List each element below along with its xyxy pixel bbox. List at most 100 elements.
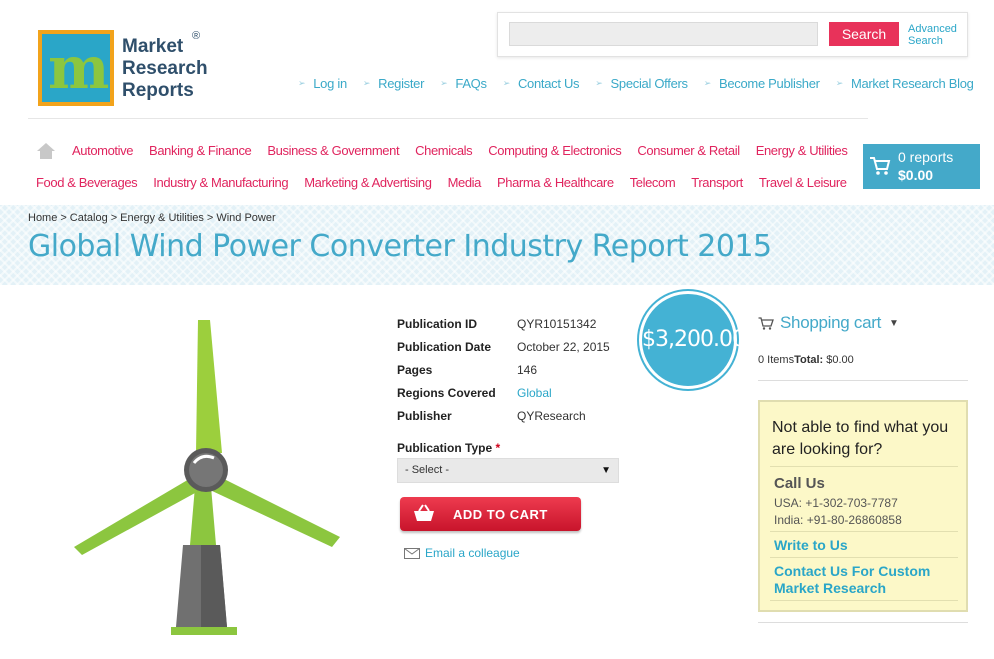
cart-count: 0 reports — [898, 149, 954, 165]
login-link[interactable]: ➢ Log in — [298, 76, 347, 91]
detail-row: Pages 146 — [397, 358, 610, 381]
email-colleague-label: Email a colleague — [425, 546, 520, 560]
category-telecom[interactable]: Telecom — [630, 175, 676, 190]
blog-label: Market Research Blog — [850, 76, 974, 91]
arrow-icon: ➢ — [703, 78, 712, 88]
breadcrumb-home[interactable]: Home — [28, 212, 57, 224]
phone-usa: USA: +1-302-703-7787 — [774, 496, 898, 510]
category-media[interactable]: Media — [448, 175, 482, 190]
select-value: - Select - — [405, 464, 450, 476]
breadcrumb-catalog[interactable]: Catalog — [70, 212, 108, 224]
category-marketing-advertising[interactable]: Marketing & Advertising — [304, 175, 432, 190]
category-nav-row-2: Food & Beverages Industry & Manufacturin… — [36, 175, 863, 190]
write-to-us-link[interactable]: Write to Us — [774, 537, 848, 554]
faqs-link[interactable]: ➢ FAQs — [440, 76, 487, 91]
contact-us-link[interactable]: ➢ Contact Us — [503, 76, 580, 91]
cart-total: $0.00 — [898, 167, 934, 183]
detail-label: Publication Date — [397, 339, 492, 354]
cart-summary: 0 ItemsTotal: $0.00 — [758, 354, 854, 366]
top-links: ➢ Log in ➢ Register ➢ FAQs ➢ Contact Us ➢ Spe… — [298, 76, 990, 91]
chevron-down-icon: ▼ — [889, 317, 899, 329]
category-consumer-retail[interactable]: Consumer & Retail — [637, 143, 740, 158]
detail-label: Publication ID — [397, 316, 478, 331]
advanced-search-link[interactable]: Advanced Search — [908, 23, 966, 47]
detail-label: Regions Covered — [397, 385, 496, 400]
help-box: Not able to find what you are looking fo… — [758, 400, 968, 612]
arrow-icon: ➢ — [298, 78, 306, 88]
logo-line-2: Research — [122, 58, 208, 79]
category-nav-row-1: Automotive Banking & Finance Business & … — [72, 143, 863, 158]
arrow-icon: ➢ — [362, 78, 371, 88]
publication-type-label: Publication Type * — [397, 441, 500, 455]
detail-label: Pages — [397, 362, 433, 377]
blog-link[interactable]: ➢ Market Research Blog — [836, 76, 974, 91]
category-chemicals[interactable]: Chemicals — [415, 143, 472, 158]
category-food-beverages[interactable]: Food & Beverages — [36, 175, 138, 190]
shopping-cart-title: Shopping cart — [780, 313, 882, 332]
category-industry-manufacturing[interactable]: Industry & Manufacturing — [153, 175, 288, 190]
logo-wordmark: Market Research Reports — [122, 36, 208, 102]
sidebar-divider — [758, 380, 968, 381]
shopping-cart-toggle[interactable]: Shopping cart ▼ — [758, 313, 899, 333]
help-divider — [770, 600, 958, 601]
email-colleague-link[interactable]: Email a colleague — [404, 546, 520, 560]
help-divider — [770, 466, 958, 467]
search-input[interactable] — [509, 22, 818, 46]
basket-icon — [414, 504, 434, 521]
detail-label: Publisher — [397, 408, 452, 423]
price-badge: $3,200.00 — [639, 291, 746, 389]
publication-type-select[interactable]: - Select - ▼ — [397, 458, 619, 483]
cart-icon — [870, 157, 891, 175]
detail-value: QYResearch — [517, 408, 586, 423]
category-banking-finance[interactable]: Banking & Finance — [149, 143, 252, 158]
become-publisher-link[interactable]: ➢ Become Publisher — [704, 76, 820, 91]
envelope-icon — [404, 547, 420, 559]
detail-value: QYR10151342 — [517, 316, 597, 331]
logo-mark: m — [38, 30, 114, 106]
home-icon[interactable] — [36, 142, 56, 160]
category-travel-leisure[interactable]: Travel & Leisure — [759, 175, 847, 190]
category-transport[interactable]: Transport — [691, 175, 743, 190]
site-logo[interactable]: m Market Research Reports ® — [38, 30, 218, 110]
register-link[interactable]: ➢ Register — [362, 76, 425, 91]
cart-total-label: Total: — [794, 354, 824, 366]
detail-row: Publisher QYResearch — [397, 404, 610, 427]
help-divider — [770, 557, 958, 558]
breadcrumb-separator: > — [206, 212, 214, 224]
add-to-cart-label: ADD TO CART — [453, 507, 548, 522]
registered-mark: ® — [192, 30, 201, 42]
logo-letter: m — [48, 34, 110, 102]
cart-icon — [758, 316, 774, 330]
category-business-government[interactable]: Business & Government — [267, 143, 399, 158]
phone-india: India: +91-80-26860858 — [774, 513, 902, 527]
detail-value: 146 — [517, 362, 538, 377]
category-automotive[interactable]: Automotive — [72, 143, 133, 158]
breadcrumb-separator: > — [60, 212, 67, 224]
category-computing-electronics[interactable]: Computing & Electronics — [488, 143, 622, 158]
become-publisher-label: Become Publisher — [718, 76, 820, 91]
breadcrumb-wind-power[interactable]: Wind Power — [216, 212, 275, 224]
search-button[interactable]: Search — [829, 22, 899, 46]
login-label: Log in — [313, 76, 347, 91]
breadcrumb: Home > Catalog > Energy & Utilities > Wind Pow… — [28, 212, 276, 224]
region-link[interactable]: Global — [517, 386, 552, 400]
sidebar-divider — [758, 622, 968, 623]
add-to-cart-button[interactable]: ADD TO CART — [400, 497, 581, 531]
category-energy-utilities[interactable]: Energy & Utilities — [756, 143, 848, 158]
required-mark: * — [495, 441, 501, 455]
arrow-icon: ➢ — [502, 78, 511, 88]
breadcrumb-energy-utilities[interactable]: Energy & Utilities — [120, 212, 204, 224]
breadcrumb-separator: > — [110, 212, 118, 224]
header-cart-button[interactable]: 0 reports $0.00 — [863, 144, 980, 189]
special-offers-link[interactable]: ➢ Special Offers — [595, 76, 688, 91]
detail-row: Regions Covered Global — [397, 381, 610, 404]
wind-turbine-image — [74, 320, 340, 635]
register-label: Register — [378, 76, 425, 91]
contact-us-label: Contact Us — [517, 76, 580, 91]
help-divider — [770, 531, 958, 532]
arrow-icon: ➢ — [595, 78, 603, 88]
detail-row: Publication ID QYR10151342 — [397, 312, 610, 335]
custom-research-link[interactable]: Contact Us For Custom Market Research — [774, 563, 964, 597]
category-pharma-healthcare[interactable]: Pharma & Healthcare — [497, 175, 614, 190]
arrow-icon: ➢ — [440, 78, 448, 88]
